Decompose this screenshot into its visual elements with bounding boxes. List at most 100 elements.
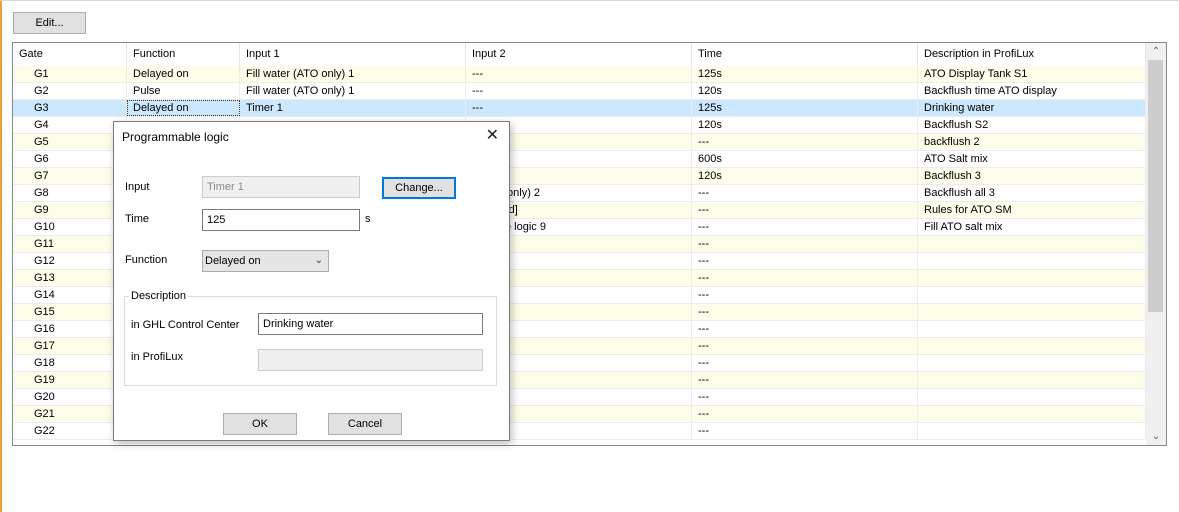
description-group-label: Description bbox=[129, 290, 189, 302]
column-header-description[interactable]: Description in ProfiLux bbox=[918, 43, 1146, 66]
cell-time: --- bbox=[692, 304, 918, 320]
cell-time: --- bbox=[692, 287, 918, 303]
cell-gate: G10 bbox=[13, 219, 127, 235]
cell-time: --- bbox=[692, 338, 918, 354]
column-header-time[interactable]: Time bbox=[692, 43, 918, 66]
cell-time: --- bbox=[692, 321, 918, 337]
cell-time: --- bbox=[692, 134, 918, 150]
cell-gate: G13 bbox=[13, 270, 127, 286]
cell-gate: G11 bbox=[13, 236, 127, 252]
cell-time: --- bbox=[692, 253, 918, 269]
cell-time: --- bbox=[692, 185, 918, 201]
cell-gate: G14 bbox=[13, 287, 127, 303]
cell-time: --- bbox=[692, 219, 918, 235]
cell-description bbox=[918, 389, 1146, 405]
cell-gate: G21 bbox=[13, 406, 127, 422]
cell-gate: G4 bbox=[13, 117, 127, 133]
input-label: Input bbox=[125, 181, 150, 193]
cell-description bbox=[918, 287, 1146, 303]
programmable-logic-dialog: Programmable logic ✕ Input Timer 1 Chang… bbox=[113, 121, 510, 441]
cell-gate: G16 bbox=[13, 321, 127, 337]
vertical-scrollbar[interactable]: ⌃ ⌄ bbox=[1146, 43, 1166, 445]
cell-description: Drinking water bbox=[918, 100, 1146, 116]
column-header-gate[interactable]: Gate bbox=[13, 43, 127, 66]
cell-time: 125s bbox=[692, 100, 918, 116]
change-button[interactable]: Change... bbox=[382, 177, 456, 199]
cell-gate: G19 bbox=[13, 372, 127, 388]
edit-button[interactable]: Edit... bbox=[13, 12, 86, 34]
time-unit: s bbox=[365, 213, 371, 225]
cell-description bbox=[918, 270, 1146, 286]
cell-gate: G12 bbox=[13, 253, 127, 269]
cell-function: Delayed on bbox=[127, 66, 240, 82]
cell-gate: G1 bbox=[13, 66, 127, 82]
chevron-down-icon: ⌄ bbox=[314, 255, 323, 266]
table-row[interactable]: G1 Delayed on Fill water (ATO only) 1 --- 12… bbox=[13, 66, 1146, 83]
cell-description bbox=[918, 372, 1146, 388]
cell-description: Backflush all 3 bbox=[918, 185, 1146, 201]
cell-time: 120s bbox=[692, 168, 918, 184]
ghl-description-label: in GHL Control Center bbox=[131, 319, 240, 331]
cell-gate: G5 bbox=[13, 134, 127, 150]
cell-gate: G9 bbox=[13, 202, 127, 218]
dialog-title: Programmable logic bbox=[122, 130, 229, 144]
cell-description bbox=[918, 423, 1146, 439]
cell-description bbox=[918, 406, 1146, 422]
column-header-function[interactable]: Function bbox=[127, 43, 240, 66]
cell-time: 600s bbox=[692, 151, 918, 167]
cell-description bbox=[918, 304, 1146, 320]
cell-description: Fill ATO salt mix bbox=[918, 219, 1146, 235]
cell-time: --- bbox=[692, 389, 918, 405]
scrollbar-thumb[interactable] bbox=[1148, 60, 1163, 312]
column-header-input2[interactable]: Input 2 bbox=[466, 43, 692, 66]
cell-gate: G6 bbox=[13, 151, 127, 167]
cell-description bbox=[918, 338, 1146, 354]
cell-time: --- bbox=[692, 270, 918, 286]
cell-gate: G17 bbox=[13, 338, 127, 354]
profilux-description-input bbox=[258, 349, 483, 371]
description-groupbox bbox=[124, 296, 497, 386]
table-row[interactable]: G3 Delayed on Timer 1 --- 125s Drinking water bbox=[13, 100, 1146, 117]
time-input[interactable]: 125 bbox=[202, 209, 360, 231]
cell-input2: --- bbox=[466, 66, 692, 82]
cell-time: --- bbox=[692, 406, 918, 422]
cell-time: --- bbox=[692, 355, 918, 371]
cell-function: Pulse bbox=[127, 83, 240, 99]
close-icon[interactable]: ✕ bbox=[486, 128, 499, 144]
time-label: Time bbox=[125, 213, 150, 225]
cell-time: --- bbox=[692, 423, 918, 439]
profilux-description-label: in ProfiLux bbox=[131, 351, 183, 363]
cell-time: --- bbox=[692, 372, 918, 388]
cell-gate: G7 bbox=[13, 168, 127, 184]
function-selected-value: Delayed on bbox=[205, 255, 261, 267]
cell-description bbox=[918, 355, 1146, 371]
cell-description bbox=[918, 236, 1146, 252]
cell-description: Backflush time ATO display bbox=[918, 83, 1146, 99]
window-left-border bbox=[0, 0, 2, 512]
cell-input2: --- bbox=[466, 100, 692, 116]
cell-input1: Fill water (ATO only) 1 bbox=[240, 66, 466, 82]
function-dropdown[interactable]: Delayed on ⌄ bbox=[202, 250, 329, 272]
cell-gate: G20 bbox=[13, 389, 127, 405]
window-top-border bbox=[0, 0, 1179, 1]
scroll-up-icon[interactable]: ⌃ bbox=[1146, 43, 1166, 60]
cell-gate: G15 bbox=[13, 304, 127, 320]
cell-description bbox=[918, 321, 1146, 337]
cell-input1: Fill water (ATO only) 1 bbox=[240, 83, 466, 99]
cell-description: ATO Display Tank S1 bbox=[918, 66, 1146, 82]
cell-function: Delayed on bbox=[127, 100, 240, 116]
scroll-down-icon[interactable]: ⌄ bbox=[1146, 428, 1166, 445]
cell-description: backflush 2 bbox=[918, 134, 1146, 150]
cell-description: Backflush 3 bbox=[918, 168, 1146, 184]
function-label: Function bbox=[125, 254, 168, 266]
table-row[interactable]: G2 Pulse Fill water (ATO only) 1 --- 120s Bac… bbox=[13, 83, 1146, 100]
cell-gate: G2 bbox=[13, 83, 127, 99]
ghl-description-input[interactable]: Drinking water bbox=[258, 313, 483, 335]
cell-description: Rules for ATO SM bbox=[918, 202, 1146, 218]
ok-button[interactable]: OK bbox=[223, 413, 297, 435]
cell-time: 125s bbox=[692, 66, 918, 82]
cancel-button[interactable]: Cancel bbox=[328, 413, 402, 435]
column-header-input1[interactable]: Input 1 bbox=[240, 43, 466, 66]
cell-input1: Timer 1 bbox=[240, 100, 466, 116]
cell-time: --- bbox=[692, 202, 918, 218]
